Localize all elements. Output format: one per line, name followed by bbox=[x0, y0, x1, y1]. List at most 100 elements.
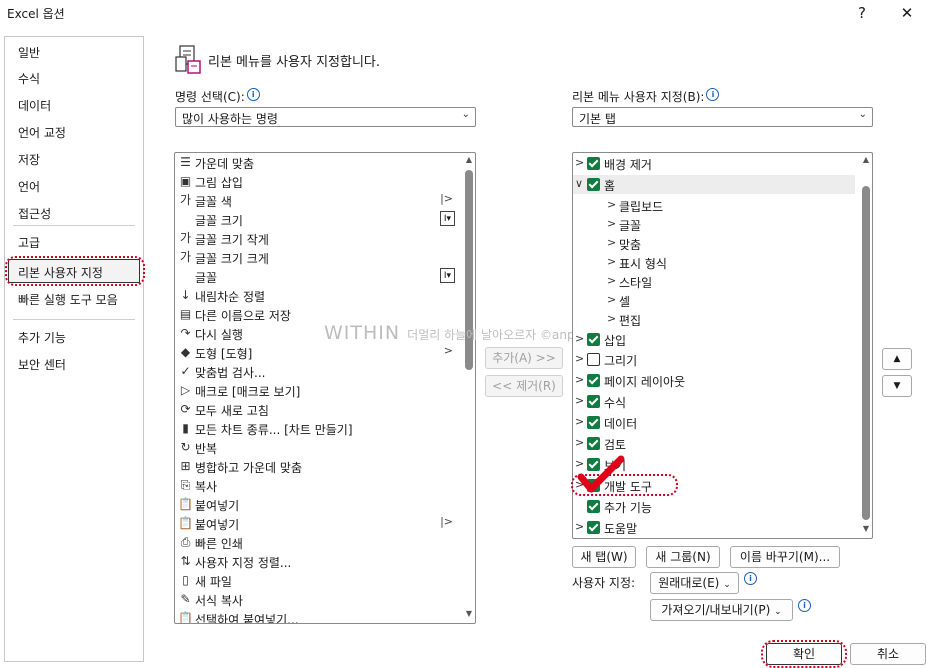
customize-ribbon-dropdown[interactable]: 기본 탭 ⌄ bbox=[572, 107, 873, 127]
scroll-down-icon[interactable]: ▼ bbox=[861, 524, 871, 533]
command-item[interactable]: 가 글꼴 크기 작게 bbox=[175, 229, 455, 248]
category-item[interactable]: 저장 bbox=[18, 151, 40, 168]
command-item[interactable]: 📋 붙여넣기 |> bbox=[175, 514, 455, 533]
category-item[interactable]: 일반 bbox=[18, 44, 40, 61]
scroll-up-icon[interactable]: ▲ bbox=[464, 155, 474, 164]
command-label: 선택하여 붙여넣기... bbox=[195, 613, 299, 623]
category-item[interactable]: 언어 bbox=[18, 178, 40, 195]
tab-tree-item[interactable]: > 편집 bbox=[573, 310, 855, 329]
scroll-up-icon[interactable]: ▲ bbox=[861, 155, 871, 164]
tab-tree-item[interactable]: 추가 기능 bbox=[573, 497, 855, 516]
tab-checkbox[interactable] bbox=[587, 374, 600, 387]
commands-scrollbar[interactable]: ▲ ▼ bbox=[464, 153, 474, 623]
command-item[interactable]: 글꼴 I▾ bbox=[175, 267, 455, 286]
scroll-thumb[interactable] bbox=[862, 186, 870, 520]
command-item[interactable]: ⟳ 모두 새로 고침 bbox=[175, 400, 455, 419]
command-item[interactable]: ⎘ 복사 bbox=[175, 476, 455, 495]
new-group-button[interactable]: 새 그룹(N) bbox=[646, 546, 720, 568]
tab-checkbox[interactable] bbox=[587, 395, 600, 408]
tab-checkbox[interactable] bbox=[587, 437, 600, 450]
chevron-right-icon[interactable]: > bbox=[607, 217, 616, 230]
chevron-right-icon[interactable]: > bbox=[575, 520, 584, 533]
chevron-right-icon[interactable]: > bbox=[575, 352, 584, 365]
add-button[interactable]: 추가(A) >> bbox=[485, 347, 563, 369]
command-item[interactable]: 📋 선택하여 붙여넣기... bbox=[175, 609, 455, 623]
command-item[interactable]: ◆ 도형 [도형] > bbox=[175, 343, 455, 362]
category-item[interactable]: 빠른 실행 도구 모음 bbox=[18, 291, 118, 308]
chevron-right-icon[interactable]: > bbox=[607, 198, 616, 211]
tab-checkbox[interactable] bbox=[587, 157, 600, 170]
command-item[interactable]: ⇅ 사용자 지정 정렬... bbox=[175, 552, 455, 571]
tab-tree-item[interactable]: > 맞춤 bbox=[573, 234, 855, 253]
command-item[interactable]: ⎙ 빠른 인쇄 bbox=[175, 533, 455, 552]
chevron-right-icon[interactable]: > bbox=[607, 274, 616, 287]
chevron-right-icon[interactable]: > bbox=[575, 373, 584, 386]
chevron-right-icon[interactable]: > bbox=[607, 255, 616, 268]
close-button[interactable]: ✕ bbox=[893, 2, 921, 24]
tab-tree-item[interactable]: > 페이지 레이아웃 bbox=[573, 371, 855, 390]
command-item[interactable]: ✓ 맞춤법 검사... bbox=[175, 362, 455, 381]
remove-button[interactable]: << 제거(R) bbox=[485, 375, 563, 397]
chevron-down-icon[interactable]: ∨ bbox=[575, 177, 583, 190]
command-item[interactable]: ▷ 매크로 [매크로 보기] bbox=[175, 381, 455, 400]
tab-checkbox[interactable] bbox=[587, 500, 600, 513]
tab-checkbox[interactable] bbox=[587, 333, 600, 346]
command-item[interactable]: 가 글꼴 크기 크게 bbox=[175, 248, 455, 267]
command-item[interactable]: ☰ 가운데 맞춤 bbox=[175, 153, 455, 172]
tab-tree-item[interactable]: > 스타일 bbox=[573, 272, 855, 291]
new-tab-button[interactable]: 새 탭(W) bbox=[572, 546, 636, 568]
tab-tree-item[interactable]: > 도움말 bbox=[573, 518, 855, 537]
tab-tree-item[interactable]: > 데이터 bbox=[573, 413, 855, 432]
tab-tree-item[interactable]: > 셀 bbox=[573, 291, 855, 310]
choose-commands-dropdown[interactable]: 많이 사용하는 명령 ⌄ bbox=[175, 107, 476, 127]
chevron-right-icon[interactable]: > bbox=[607, 236, 616, 249]
move-down-button[interactable]: ▼ bbox=[882, 375, 912, 397]
help-button[interactable]: ? bbox=[848, 2, 876, 24]
category-item[interactable]: 접근성 bbox=[18, 205, 51, 222]
chevron-right-icon[interactable]: > bbox=[575, 394, 584, 407]
commands-listbox[interactable]: ☰ 가운데 맞춤 ▣ 그림 삽입 가 글꼴 색 |> 글꼴 크기 I▾ 가 글꼴 크기 작게 가 글꼴 … bbox=[174, 152, 476, 624]
chevron-right-icon[interactable]: > bbox=[575, 436, 584, 449]
tab-checkbox[interactable] bbox=[587, 178, 600, 191]
command-item[interactable]: ↓ 내림차순 정렬 bbox=[175, 286, 455, 305]
tab-tree-item[interactable]: > 배경 제거 bbox=[573, 154, 855, 173]
tab-tree-item[interactable]: > 삽입 bbox=[573, 330, 855, 349]
category-item[interactable]: 데이터 bbox=[18, 97, 51, 114]
reset-dropdown-button[interactable]: 원래대로(E) ⌄ bbox=[650, 572, 739, 594]
tab-tree-item[interactable]: > 클립보드 bbox=[573, 196, 855, 215]
tab-checkbox[interactable] bbox=[587, 416, 600, 429]
category-item[interactable]: 언어 교정 bbox=[18, 124, 66, 141]
command-item[interactable]: 글꼴 크기 I▾ bbox=[175, 210, 455, 229]
chevron-right-icon[interactable]: > bbox=[607, 293, 616, 306]
category-item[interactable]: 고급 bbox=[18, 234, 40, 251]
scroll-down-icon[interactable]: ▼ bbox=[464, 609, 474, 618]
tab-checkbox[interactable] bbox=[587, 521, 600, 534]
command-item[interactable]: ▯ 새 파일 bbox=[175, 571, 455, 590]
tab-tree-item[interactable]: > 수식 bbox=[573, 392, 855, 411]
move-up-button[interactable]: ▲ bbox=[882, 348, 912, 370]
command-item[interactable]: ↻ 반복 bbox=[175, 438, 455, 457]
tabs-scrollbar[interactable]: ▲ ▼ bbox=[861, 153, 871, 538]
tab-tree-item[interactable]: ∨ 홈 bbox=[573, 175, 855, 194]
command-item[interactable]: ✎ 서식 복사 bbox=[175, 590, 455, 609]
command-item[interactable]: 📋 붙여넣기 bbox=[175, 495, 455, 514]
tab-tree-item[interactable]: > 글꼴 bbox=[573, 215, 855, 234]
tab-checkbox[interactable] bbox=[587, 353, 600, 366]
chevron-right-icon[interactable]: > bbox=[607, 312, 616, 325]
tab-tree-item[interactable]: > 검토 bbox=[573, 434, 855, 453]
import-export-button[interactable]: 가져오기/내보내기(P) ⌄ bbox=[650, 599, 793, 621]
command-item[interactable]: 가 글꼴 색 |> bbox=[175, 191, 455, 210]
category-item[interactable]: 보안 센터 bbox=[18, 356, 66, 373]
chevron-right-icon[interactable]: > bbox=[575, 332, 584, 345]
category-item[interactable]: 수식 bbox=[18, 70, 40, 87]
chevron-right-icon[interactable]: > bbox=[575, 415, 584, 428]
command-item[interactable]: ▮ 모든 차트 종류... [차트 만들기] bbox=[175, 419, 455, 438]
chevron-right-icon[interactable]: > bbox=[575, 156, 584, 169]
cancel-button[interactable]: 취소 bbox=[850, 643, 926, 665]
category-item[interactable]: 추가 기능 bbox=[18, 329, 66, 346]
command-item[interactable]: ⊞ 병합하고 가운데 맞춤 bbox=[175, 457, 455, 476]
command-item[interactable]: ▣ 그림 삽입 bbox=[175, 172, 455, 191]
rename-button[interactable]: 이름 바꾸기(M)... bbox=[730, 546, 840, 568]
tab-tree-item[interactable]: > 그리기 bbox=[573, 350, 855, 369]
tab-tree-item[interactable]: > 표시 형식 bbox=[573, 253, 855, 272]
